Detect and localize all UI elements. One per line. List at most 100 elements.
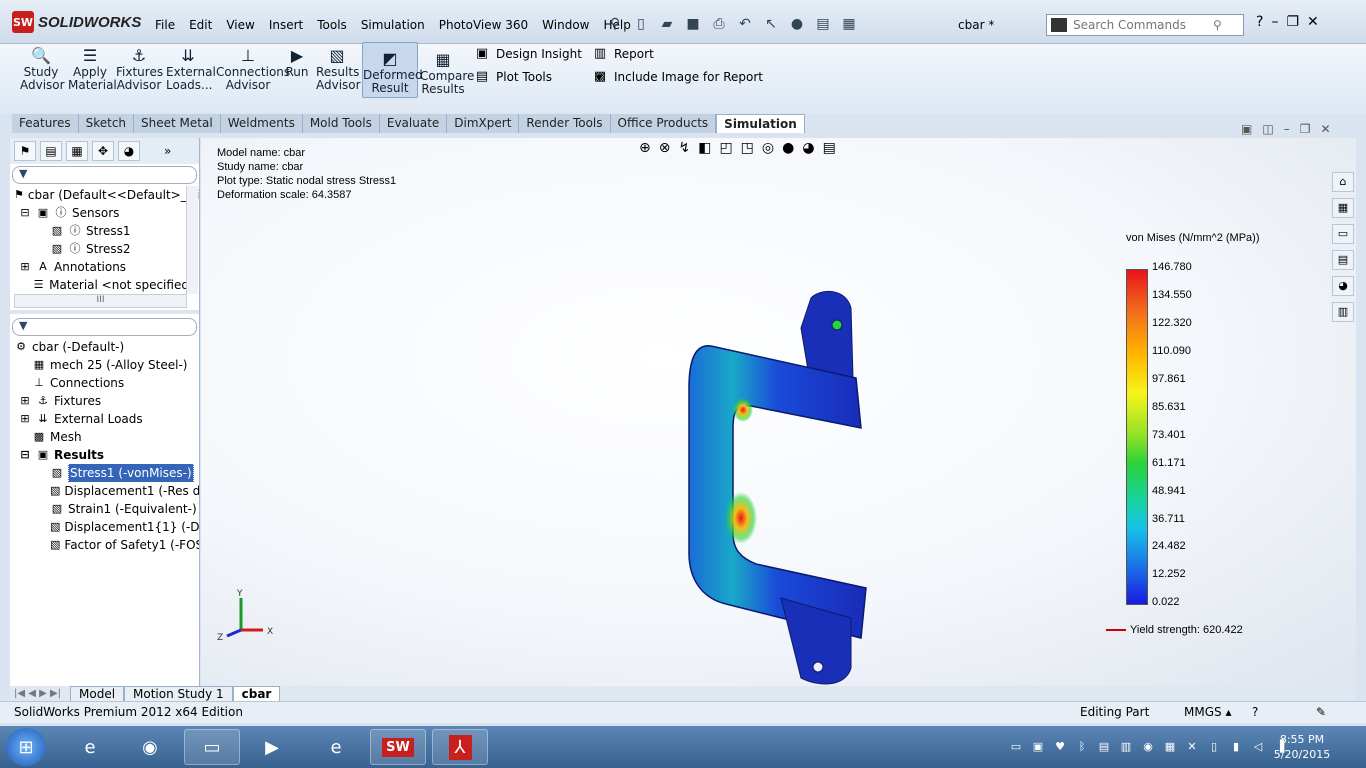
tab-evaluate[interactable]: Evaluate xyxy=(380,114,448,133)
keyboard-icon[interactable]: ▭ xyxy=(1008,739,1024,755)
taskbar-firefox[interactable]: ◉ xyxy=(122,729,178,765)
apply-material-button[interactable]: ☰ Apply Material xyxy=(68,46,117,92)
scene-icon[interactable]: ◕ xyxy=(802,140,814,156)
view-palette-icon[interactable]: ▤ xyxy=(1332,250,1354,270)
rebuild-icon[interactable]: ● xyxy=(787,14,807,34)
tray-app-icon[interactable]: ◉ xyxy=(1140,739,1156,755)
section-view-icon[interactable]: ◧ xyxy=(698,140,711,156)
external-loads-button[interactable]: ⇊ External Loads... xyxy=(166,46,216,92)
tab-cbar-study[interactable]: cbar xyxy=(232,686,281,701)
sim-item-external-loads[interactable]: ⊞ ⇊ External Loads xyxy=(10,410,199,428)
tray-app-icon[interactable]: ▥ xyxy=(1118,739,1134,755)
appearance-icon[interactable]: ● xyxy=(782,140,794,156)
expand-icon[interactable]: ⊟ xyxy=(18,206,32,220)
dimxpert-tab-icon[interactable]: ✥ xyxy=(92,141,114,161)
file-properties-icon[interactable]: ▤ xyxy=(813,14,833,34)
rebuild-status-icon[interactable]: ✎ xyxy=(1316,705,1326,719)
stress-plot-model[interactable] xyxy=(671,288,881,688)
restore-icon[interactable]: ❐ xyxy=(1286,14,1299,30)
menu-file[interactable]: File xyxy=(148,16,182,34)
minimize-icon[interactable]: – xyxy=(1284,122,1290,136)
select-arrow-icon[interactable]: ↖ xyxy=(761,14,781,34)
expand-icon[interactable]: ⊞ xyxy=(18,394,32,408)
tab-mold-tools[interactable]: Mold Tools xyxy=(303,114,380,133)
display-manager-tab-icon[interactable]: ◕ xyxy=(118,141,140,161)
tile-icon[interactable]: ▣ xyxy=(1241,122,1252,136)
home-icon[interactable]: ⌂ xyxy=(1332,172,1354,192)
feature-tree-filter[interactable]: ▼ xyxy=(12,166,197,184)
sim-item-stress1-plot[interactable]: ▧ Stress1 (-vonMises-) xyxy=(10,464,199,482)
search-commands-box[interactable]: ⚲ xyxy=(1046,14,1244,36)
tab-features[interactable]: Features xyxy=(12,114,79,133)
tree-item-annotations[interactable]: ⊞ A Annotations xyxy=(10,258,199,276)
menu-insert[interactable]: Insert xyxy=(262,16,310,34)
expand-icon[interactable]: ⊞ xyxy=(18,412,32,426)
solidworks-logo[interactable]: SW SOLIDWORKS xyxy=(12,10,141,34)
undo-icon[interactable]: ↶ xyxy=(735,14,755,34)
sim-item-strain1[interactable]: ▧ Strain1 (-Equivalent-) xyxy=(10,500,199,518)
sim-item-part[interactable]: ▦ mech 25 (-Alloy Steel-) xyxy=(10,356,199,374)
quick-tips-icon[interactable]: ? xyxy=(1252,705,1258,719)
deformed-result-button[interactable]: ◩ Deformed Result xyxy=(362,42,423,98)
sim-item-connections[interactable]: ⊥ Connections xyxy=(10,374,199,392)
menu-photoview[interactable]: PhotoView 360 xyxy=(432,16,535,34)
tab-scroll-arrows-icon[interactable]: |◀ ◀ ▶ ▶| xyxy=(10,688,70,699)
close-icon[interactable]: ✕ xyxy=(1307,14,1319,30)
options-icon[interactable]: ▦ xyxy=(839,14,859,34)
configuration-manager-tab-icon[interactable]: ▦ xyxy=(66,141,88,161)
tray-app-icon[interactable]: ▯ xyxy=(1206,739,1222,755)
tree-root[interactable]: ⚑ cbar (Default<<Default>_Di xyxy=(10,186,199,204)
panel-splitter[interactable] xyxy=(10,310,199,314)
expand-icon[interactable]: ⊞ xyxy=(18,260,32,274)
feature-manager-tab-icon[interactable]: ⚑ xyxy=(14,141,36,161)
taskbar-internet-explorer-2[interactable]: e xyxy=(308,729,364,765)
sim-item-displacement1-1[interactable]: ▧Displacement1{1} (-Disp xyxy=(10,518,199,536)
restore-icon[interactable]: ❐ xyxy=(1300,122,1311,136)
tree-item-material[interactable]: ☰ Material <not specified> xyxy=(10,276,199,294)
pin-icon[interactable]: ⚲ xyxy=(605,14,625,34)
close-icon[interactable]: ✕ xyxy=(1320,122,1330,136)
tree-vscrollbar[interactable] xyxy=(186,186,198,294)
volume-icon[interactable]: ◁ xyxy=(1250,739,1266,755)
tree-item-stress1-sensor[interactable]: ▧ ⓘ Stress1 xyxy=(10,222,199,240)
tree-item-sensors[interactable]: ⊟ ▣ ⓘ Sensors xyxy=(10,204,199,222)
taskbar-internet-explorer[interactable]: e xyxy=(62,729,118,765)
menu-tools[interactable]: Tools xyxy=(310,16,354,34)
design-insight-button[interactable]: ▣ Design Insight xyxy=(474,46,582,62)
results-advisor-button[interactable]: ▧ Results Advisor xyxy=(316,46,361,92)
menu-view[interactable]: View xyxy=(219,16,261,34)
help-icon[interactable]: ? xyxy=(1256,14,1263,30)
display-style-icon[interactable]: ◳ xyxy=(741,140,754,156)
custom-properties-icon[interactable]: ▥ xyxy=(1332,302,1354,322)
tab-sheet-metal[interactable]: Sheet Metal xyxy=(134,114,221,133)
view-orientation-icon[interactable]: ◰ xyxy=(719,140,732,156)
tab-model[interactable]: Model xyxy=(70,686,125,701)
tray-app-icon[interactable]: ▣ xyxy=(1030,739,1046,755)
tab-dimxpert[interactable]: DimXpert xyxy=(447,114,520,133)
taskbar-file-explorer[interactable]: ▭ xyxy=(184,729,240,765)
taskbar-clock[interactable]: 8:55 PM 5/20/2015 xyxy=(1272,732,1332,762)
collapse-icon[interactable]: ⊟ xyxy=(18,448,32,462)
tree-item-stress2-sensor[interactable]: ▧ ⓘ Stress2 xyxy=(10,240,199,258)
view-settings-icon[interactable]: ▤ xyxy=(823,140,836,156)
sim-item-fixtures[interactable]: ⊞ ⚓ Fixtures xyxy=(10,392,199,410)
tab-weldments[interactable]: Weldments xyxy=(221,114,303,133)
property-manager-tab-icon[interactable]: ▤ xyxy=(40,141,62,161)
expand-panel-icon[interactable]: » xyxy=(164,144,171,158)
sim-item-mesh[interactable]: ▩ Mesh xyxy=(10,428,199,446)
minimize-icon[interactable]: – xyxy=(1271,14,1278,30)
tree-hscrollbar[interactable]: III xyxy=(14,294,187,308)
tab-motion-study-1[interactable]: Motion Study 1 xyxy=(124,686,233,701)
shield-icon[interactable]: ♥ xyxy=(1052,739,1068,755)
sim-item-displacement1[interactable]: ▧Displacement1 (-Res disp xyxy=(10,482,199,500)
file-explorer-icon[interactable]: ▭ xyxy=(1332,224,1354,244)
save-icon[interactable]: ■ xyxy=(683,14,703,34)
tray-app-icon[interactable]: ▦ xyxy=(1162,739,1178,755)
graphics-viewport[interactable]: ▣ ◫ – ❐ ✕ Model name: cbar Study name: c… xyxy=(201,122,1356,688)
tray-app-icon[interactable]: ✕ xyxy=(1184,739,1200,755)
tab-sketch[interactable]: Sketch xyxy=(79,114,135,133)
network-icon[interactable]: ▮ xyxy=(1228,739,1244,755)
connections-advisor-button[interactable]: ⊥ Connections Advisor xyxy=(216,46,290,92)
hide-show-items-icon[interactable]: ◎ xyxy=(762,140,774,156)
taskbar-adobe-reader[interactable]: ⅄ xyxy=(432,729,488,765)
